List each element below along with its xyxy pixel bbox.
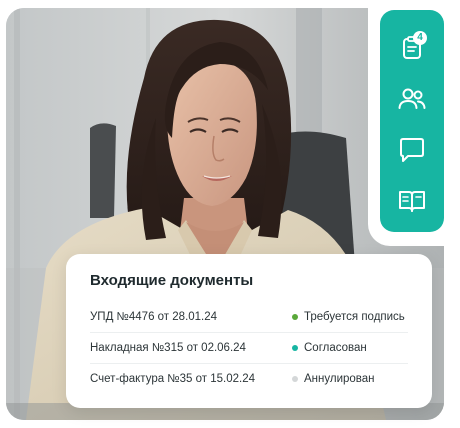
side-menu-container: 4	[368, 0, 460, 246]
menu-item-knowledge[interactable]	[392, 181, 432, 220]
menu-item-contacts[interactable]	[392, 79, 432, 118]
users-icon	[398, 88, 426, 109]
status-label: Требуется подпись	[304, 311, 405, 323]
document-status: Аннулирован	[292, 373, 408, 385]
document-status: Требуется подпись	[292, 311, 408, 323]
document-name: Накладная №315 от 02.06.24	[90, 342, 246, 354]
menu-item-documents[interactable]: 4	[392, 28, 432, 67]
side-menu: 4	[380, 10, 444, 232]
card-title: Входящие документы	[90, 272, 254, 289]
status-dot	[292, 345, 298, 351]
document-row[interactable]: УПД №4476 от 28.01.24 Требуется подпись	[90, 302, 408, 333]
document-row[interactable]: Накладная №315 от 02.06.24 Согласован	[90, 333, 408, 364]
document-status: Согласован	[292, 342, 408, 354]
canvas: 4 Входящие документы УПД №4476 от 28.01.…	[0, 0, 460, 428]
document-row[interactable]: Счет-фактура №35 от 15.02.24 Аннулирован	[90, 364, 408, 394]
book-icon	[399, 190, 425, 212]
document-name: Счет-фактура №35 от 15.02.24	[90, 373, 255, 385]
status-dot	[292, 314, 298, 320]
chat-bubble-icon	[400, 137, 424, 162]
status-dot	[292, 376, 298, 382]
status-label: Аннулирован	[304, 373, 375, 385]
incoming-documents-card: Входящие документы УПД №4476 от 28.01.24…	[66, 254, 432, 408]
menu-item-messages[interactable]	[392, 130, 432, 169]
document-name: УПД №4476 от 28.01.24	[90, 311, 218, 323]
status-label: Согласован	[304, 342, 367, 354]
notification-badge: 4	[413, 31, 427, 45]
